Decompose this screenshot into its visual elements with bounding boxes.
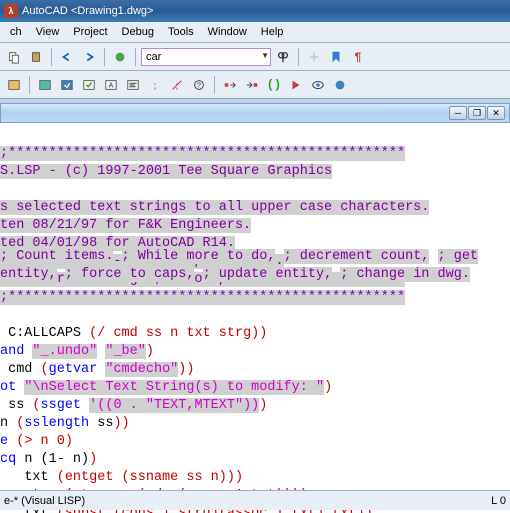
redo-button[interactable] [79, 47, 99, 67]
format-button[interactable]: ¶ [348, 47, 368, 67]
window-title: AutoCAD <Drawing1.dwg> [22, 5, 153, 17]
comment-line: s selected text strings to all upper cas… [0, 200, 429, 215]
toggle-button[interactable] [304, 47, 324, 67]
code-editor[interactable]: ;***************************************… [0, 123, 510, 513]
side-comment: ; change in dwg. [340, 267, 470, 282]
code-string: '((0 . "TEXT,MTEXT")) [89, 398, 259, 413]
eval-button[interactable] [286, 75, 306, 95]
help-button[interactable]: ? [189, 75, 209, 95]
separator [298, 48, 299, 66]
step-button[interactable] [220, 75, 240, 95]
separator [135, 48, 136, 66]
menu-view[interactable]: View [30, 24, 66, 40]
uncomment-button[interactable]: ; [167, 75, 187, 95]
format-code-button[interactable] [123, 75, 143, 95]
check-sel-button[interactable]: A [101, 75, 121, 95]
trace-button[interactable] [330, 75, 350, 95]
separator [29, 76, 30, 94]
app-icon: λ [4, 4, 18, 18]
find-button[interactable] [273, 47, 293, 67]
comment-separator: ;***************************************… [0, 146, 405, 161]
menu-search[interactable]: ch [4, 24, 28, 40]
side-comment: ; decrement count, [284, 249, 430, 264]
toolbar-main: ▼ ¶ [0, 43, 510, 71]
menu-help[interactable]: Help [255, 24, 290, 40]
svg-text:?: ? [197, 82, 201, 89]
bracket-match-button[interactable]: () [264, 75, 284, 95]
undo-button[interactable] [57, 47, 77, 67]
side-comments: ; Count items. ; While more to do, ; dec… [0, 248, 508, 284]
status-left: e-* (Visual LISP) [4, 495, 85, 507]
load-button[interactable] [35, 75, 55, 95]
separator [104, 48, 105, 66]
maximize-button[interactable]: ❐ [468, 106, 486, 120]
code-string: "_be" [105, 344, 146, 359]
separator [51, 48, 52, 66]
comment-line: S.LSP - (c) 1997-2001 Tee Square Graphic… [0, 164, 332, 179]
status-right: L 0 [491, 495, 506, 507]
code-symbol: C:ALLCAPS [8, 326, 81, 341]
document-titlebar: ─ ❐ ✕ [0, 103, 510, 123]
status-bar: e-* (Visual LISP) L 0 [0, 490, 510, 510]
side-comment: ; force to caps, [65, 267, 195, 282]
separator [214, 76, 215, 94]
side-comment: ; Count items. [0, 249, 113, 264]
side-comment: ; update entity, [203, 267, 333, 282]
console-button[interactable] [4, 75, 24, 95]
comment-button[interactable]: ; [145, 75, 165, 95]
svg-text:A: A [109, 82, 114, 89]
comment-line: ten 08/21/97 for F&K Engineers. [0, 218, 251, 233]
minimize-button[interactable]: ─ [449, 106, 467, 120]
menu-debug[interactable]: Debug [116, 24, 160, 40]
code-string: "cmdecho" [105, 362, 178, 377]
load-sel-button[interactable] [57, 75, 77, 95]
complete-button[interactable] [110, 47, 130, 67]
search-input[interactable] [141, 48, 271, 66]
toolbar-lisp: A ; ; ? () [0, 71, 510, 99]
side-comment: ; While more to do, [122, 249, 276, 264]
code-setq: n (1- n) [24, 452, 89, 467]
search-wrap: ▼ [141, 48, 271, 66]
close-button[interactable]: ✕ [487, 106, 505, 120]
code-params: (/ cmd ss n txt strg) [89, 326, 259, 341]
code-string: "\nSelect Text String(s) to modify: " [24, 380, 324, 395]
code-string: "_.undo" [32, 344, 97, 359]
copy-button[interactable] [4, 47, 24, 67]
watch-button[interactable] [308, 75, 328, 95]
menu-window[interactable]: Window [202, 24, 253, 40]
code-entget: (entget (ssname ss n)) [57, 470, 235, 485]
step-out-button[interactable] [242, 75, 262, 95]
title-bar: λ AutoCAD <Drawing1.dwg> [0, 0, 510, 22]
code-cond: (> n 0) [16, 434, 73, 449]
paste-button[interactable] [26, 47, 46, 67]
comment-separator: ;***************************************… [0, 290, 405, 305]
menu-project[interactable]: Project [67, 24, 113, 40]
bookmark-button[interactable] [326, 47, 346, 67]
check-button[interactable] [79, 75, 99, 95]
menu-bar: ch View Project Debug Tools Window Help [0, 22, 510, 43]
menu-tools[interactable]: Tools [162, 24, 200, 40]
svg-text:;: ; [154, 80, 157, 91]
